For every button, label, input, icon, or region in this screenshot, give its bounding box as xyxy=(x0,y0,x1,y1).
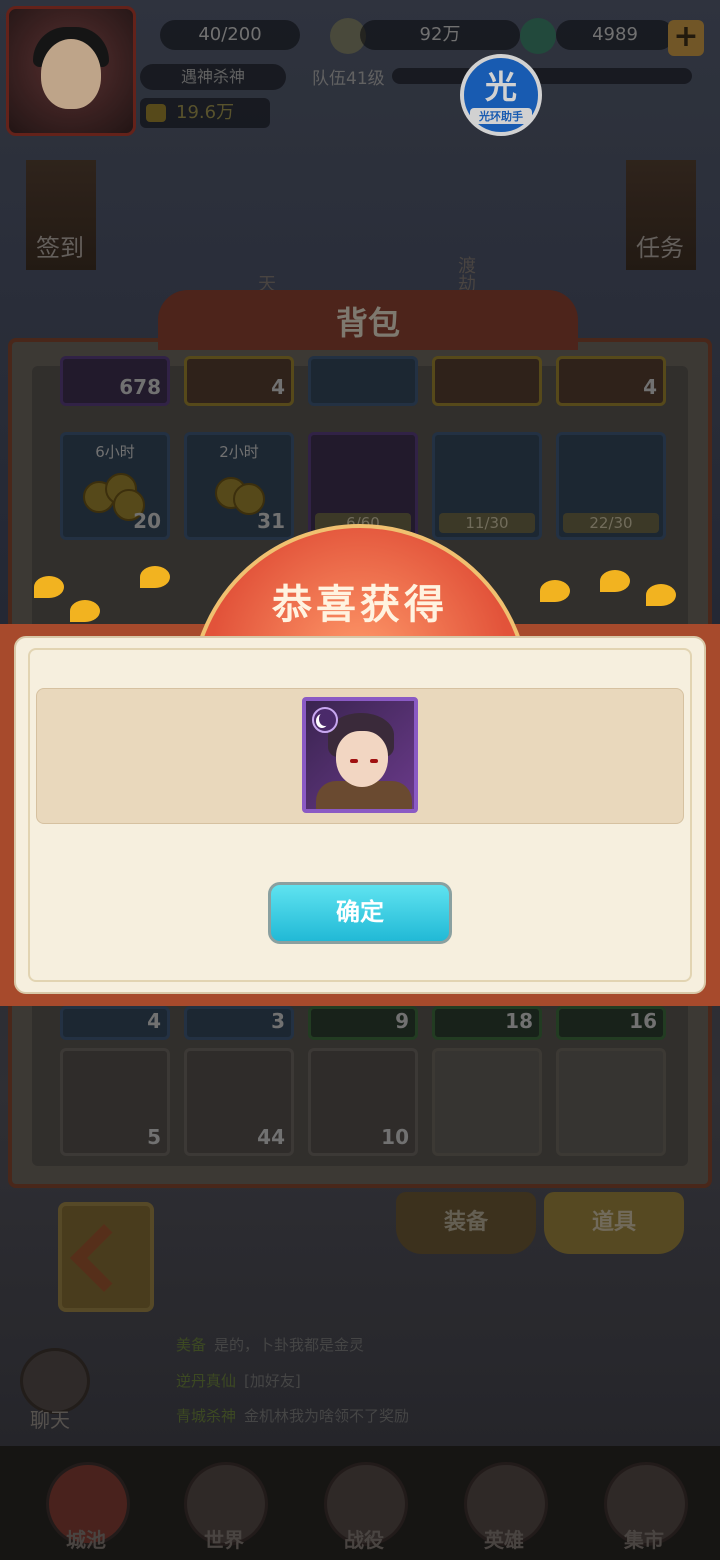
hero-eye xyxy=(350,759,358,763)
confirm-button[interactable]: 确定 xyxy=(268,882,452,944)
ginkgo-leaf-decor xyxy=(34,576,64,598)
ginkgo-leaf-decor xyxy=(540,580,570,602)
ginkgo-leaf-decor xyxy=(140,566,170,588)
ginkgo-leaf-decor xyxy=(600,570,630,592)
hero-face xyxy=(336,731,388,787)
reward-hero-card[interactable] xyxy=(302,697,418,813)
reward-dialog-title: 恭喜获得 xyxy=(272,582,448,628)
ginkgo-leaf-decor xyxy=(70,600,100,622)
moon-element-icon xyxy=(312,707,338,733)
ginkgo-leaf-decor xyxy=(646,584,676,606)
hero-eye xyxy=(370,759,378,763)
